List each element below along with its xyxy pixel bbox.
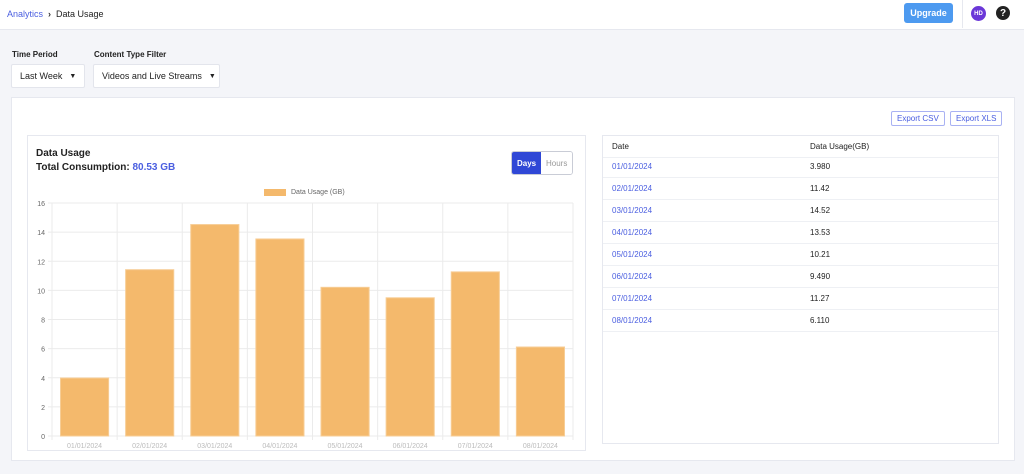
date-link[interactable]: 05/01/2024 [612,250,652,259]
x-tick-label: 07/01/2024 [458,443,493,450]
divider [962,0,963,28]
top-bar: Analytics › Data Usage Upgrade HD ? [0,0,1024,30]
chart-title: Data Usage [36,148,91,159]
y-tick-label: 4 [41,376,45,383]
date-link[interactable]: 07/01/2024 [612,294,652,303]
date-link[interactable]: 06/01/2024 [612,272,652,281]
x-tick-label: 04/01/2024 [262,443,297,450]
table-row: 06/01/2024 9.490 [603,266,998,288]
date-link[interactable]: 02/01/2024 [612,184,652,193]
y-tick-label: 10 [37,288,45,295]
table-row: 05/01/2024 10.21 [603,244,998,266]
y-tick-label: 2 [41,405,45,412]
table-header-row: Date Data Usage(GB) [603,136,998,158]
usage-cell: 9.490 [810,272,831,281]
total-label: Total Consumption: [36,162,130,173]
bar[interactable] [125,269,175,437]
bar[interactable] [385,297,435,437]
usage-cell: 13.53 [810,228,831,237]
legend-swatch [264,189,286,196]
table-row: 07/01/2024 11.27 [603,288,998,310]
x-tick-label: 03/01/2024 [197,443,232,450]
granularity-toggle: Days Hours [511,151,574,175]
bar[interactable] [255,238,305,437]
header-date: Date [612,142,629,151]
days-button[interactable]: Days [512,152,541,174]
usage-cell: 3.980 [810,162,831,171]
bar[interactable] [60,377,110,437]
x-tick-label: 06/01/2024 [393,443,428,450]
caret-down-icon: ▼ [69,72,77,80]
time-period-label: Time Period [12,50,58,59]
y-tick-label: 0 [41,434,45,441]
usage-cell: 6.110 [810,316,830,325]
x-tick-label: 05/01/2024 [328,443,363,450]
breadcrumb-analytics-link[interactable]: Analytics [7,9,43,19]
content-type-label: Content Type Filter [94,50,167,59]
time-period-value: Last Week [20,71,63,81]
bar[interactable] [515,346,565,437]
time-period-select[interactable]: Last Week ▼ [11,64,85,88]
usage-cell: 11.27 [810,294,830,303]
chart-legend[interactable]: Data Usage (GB) [264,189,345,196]
total-value: 80.53 GB [132,162,176,173]
upgrade-button[interactable]: Upgrade [904,3,953,23]
table-row: 04/01/2024 13.53 [603,222,998,244]
help-icon[interactable]: ? [996,6,1010,20]
table-row: 02/01/2024 11.42 [603,178,998,200]
usage-cell: 11.42 [810,184,830,193]
content-type-value: Videos and Live Streams [102,71,202,81]
usage-cell: 14.52 [810,206,831,215]
x-tick-label: 01/01/2024 [67,443,102,450]
legend-label: Data Usage (GB) [291,189,345,196]
y-tick-label: 6 [41,347,45,354]
y-tick-label: 8 [41,318,45,325]
table-row: 03/01/2024 14.52 [603,200,998,222]
date-link[interactable]: 01/01/2024 [612,162,652,171]
export-xls-button[interactable]: Export XLS [950,111,1003,126]
hours-button[interactable]: Hours [541,152,573,174]
chevron-right-icon: › [48,9,52,19]
usage-cell: 10.21 [810,250,831,259]
table-row: 01/01/2024 3.980 [603,156,998,178]
y-tick-label: 12 [37,259,45,266]
header-usage: Data Usage(GB) [810,142,870,151]
x-tick-label: 02/01/2024 [132,443,167,450]
bar-chart: 0 2 4 6 8 10 12 14 16 01/01/2024 02/01/2024 03/01/2… [37,201,574,450]
avatar[interactable]: HD [971,6,986,21]
date-link[interactable]: 04/01/2024 [612,228,652,237]
table-row: 08/01/2024 6.110 [603,310,998,332]
y-tick-label: 16 [37,201,45,208]
date-link[interactable]: 03/01/2024 [612,206,652,215]
bar[interactable] [450,271,500,437]
bar[interactable] [320,286,370,437]
date-link[interactable]: 08/01/2024 [612,316,652,325]
x-tick-label: 08/01/2024 [523,443,558,450]
bar[interactable] [190,224,240,437]
y-tick-label: 14 [37,230,45,237]
breadcrumb: Analytics › Data Usage [7,9,104,19]
content-type-select[interactable]: Videos and Live Streams ▼ [93,64,220,88]
caret-down-icon: ▼ [208,72,216,80]
breadcrumb-current: Data Usage [56,9,104,19]
export-csv-button[interactable]: Export CSV [891,111,945,126]
total-consumption: Total Consumption: 80.53 GB [36,162,175,173]
